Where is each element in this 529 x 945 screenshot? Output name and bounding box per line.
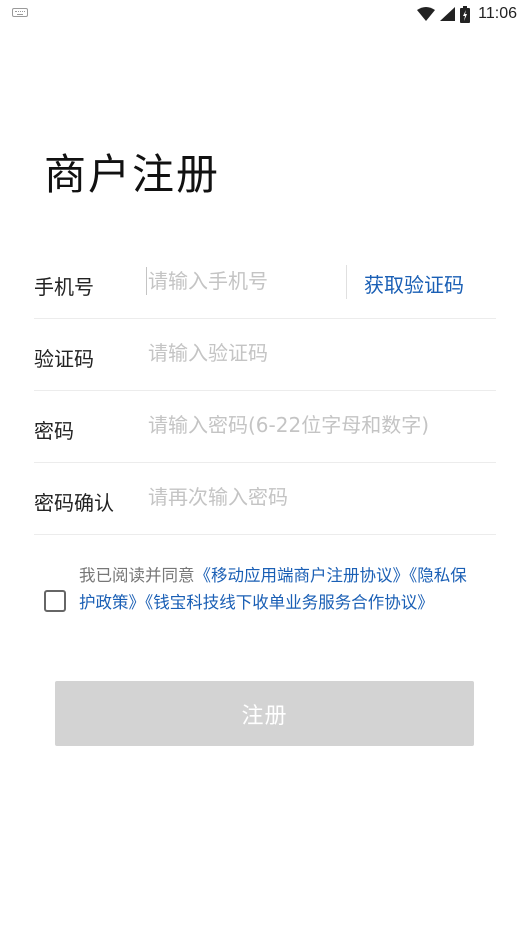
phone-input[interactable] bbox=[148, 263, 338, 299]
phone-row: 手机号 获取验证码 bbox=[34, 247, 496, 319]
confirm-password-input[interactable] bbox=[148, 479, 478, 515]
wifi-icon bbox=[417, 7, 436, 21]
link-offline-acquiring-agreement[interactable]: 《钱宝科技线下收单业务服务合作协议》 bbox=[145, 593, 434, 612]
code-input[interactable] bbox=[148, 335, 478, 371]
signal-icon bbox=[440, 7, 456, 21]
agreement-checkbox[interactable] bbox=[44, 590, 66, 612]
agreement-text: 我已阅读并同意《移动应用端商户注册协议》《隐私保护政策》《钱宝科技线下收单业务服… bbox=[79, 562, 479, 616]
link-merchant-registration-agreement[interactable]: 《移动应用端商户注册协议》 bbox=[195, 566, 410, 585]
text-cursor bbox=[146, 267, 147, 295]
page-title: 商户注册 bbox=[44, 150, 221, 199]
code-label: 验证码 bbox=[34, 347, 94, 371]
status-icons: 11:06 bbox=[417, 4, 517, 24]
agreement-prefix: 我已阅读并同意 bbox=[79, 566, 195, 585]
confirm-password-row: 密码确认 bbox=[34, 463, 496, 535]
register-button[interactable]: 注册 bbox=[55, 681, 474, 746]
code-divider bbox=[346, 265, 347, 299]
status-time: 11:06 bbox=[478, 5, 517, 22]
keyboard-icon bbox=[12, 8, 28, 17]
confirm-password-label: 密码确认 bbox=[34, 491, 114, 515]
password-row: 密码 bbox=[34, 391, 496, 463]
battery-icon bbox=[460, 5, 471, 23]
password-label: 密码 bbox=[34, 419, 74, 443]
password-input[interactable] bbox=[148, 407, 478, 443]
code-row: 验证码 bbox=[34, 319, 496, 391]
get-code-button[interactable]: 获取验证码 bbox=[364, 269, 464, 298]
status-bar: 11:06 bbox=[0, 0, 529, 28]
phone-label: 手机号 bbox=[34, 275, 94, 299]
